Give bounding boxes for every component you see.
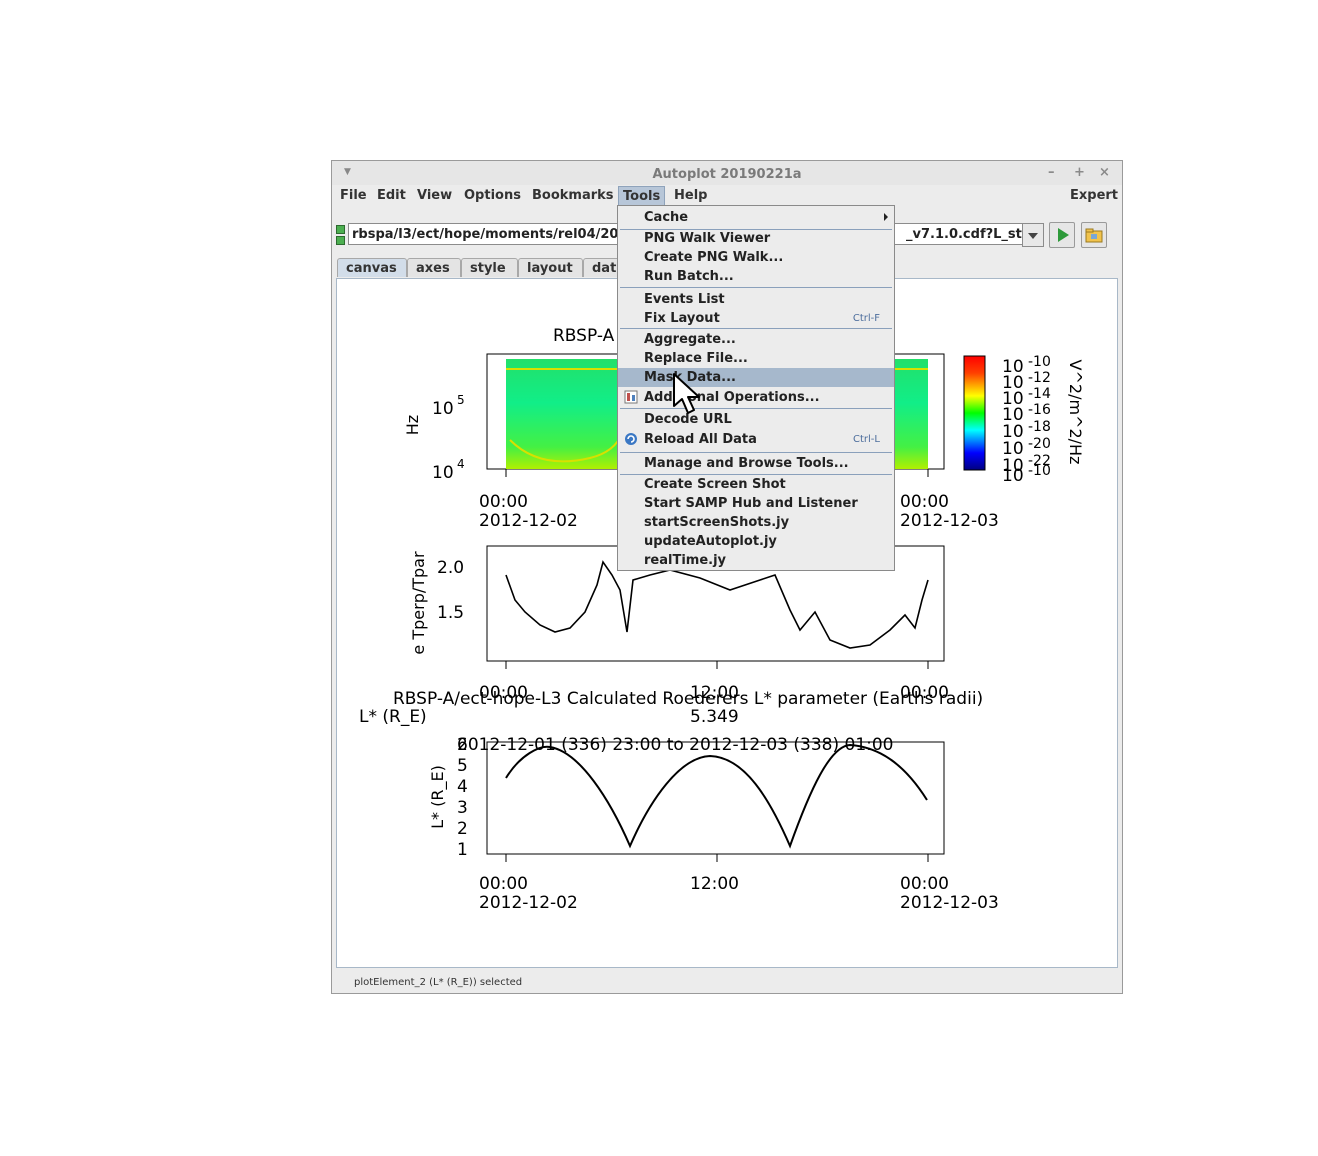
status-bar: plotElement_2 (L* (R_E)) selected — [354, 977, 523, 988]
tools-menu: Cache PNG Walk Viewer Create PNG Walk...… — [617, 205, 895, 571]
menu-item-cache[interactable]: Cache — [618, 208, 894, 227]
tab-layout[interactable]: layout — [518, 258, 583, 277]
uri-text-right: _v7.1.0.cdf?L_star — [906, 227, 1026, 242]
menu-item-create-screen-shot[interactable]: Create Screen Shot — [618, 475, 894, 494]
menu-bookmarks[interactable]: Bookmarks — [528, 188, 618, 203]
open-file-button[interactable] — [1081, 222, 1107, 248]
menu-options[interactable]: Options — [460, 188, 525, 203]
menu-item-reload-all-data[interactable]: Reload All Data Ctrl-L — [618, 430, 894, 449]
menu-item-decode-url[interactable]: Decode URL — [618, 410, 894, 429]
menu-help[interactable]: Help — [670, 188, 711, 203]
menu-file[interactable]: File — [336, 188, 371, 203]
menu-item-updateautoplot-jy[interactable]: updateAutoplot.jy — [618, 532, 894, 551]
data-source-icon-2 — [336, 236, 345, 245]
menu-item-replace-file[interactable]: Replace File... — [618, 349, 894, 368]
tab-style[interactable]: style — [461, 258, 518, 277]
expert-mode-menu[interactable]: Expert — [1066, 188, 1122, 203]
menu-item-startscreenshots-jy[interactable]: startScreenShots.jy — [618, 513, 894, 532]
menu-item-additional-operations[interactable]: Additional Operations... — [618, 388, 894, 407]
minimize-button[interactable]: – — [1048, 165, 1055, 180]
mouse-cursor-icon — [673, 373, 700, 414]
menu-item-run-batch[interactable]: Run Batch... — [618, 267, 894, 286]
data-source-icon — [336, 225, 345, 234]
menu-item-create-png-walk[interactable]: Create PNG Walk... — [618, 248, 894, 267]
menu-view[interactable]: View — [413, 188, 456, 203]
menu-edit[interactable]: Edit — [373, 188, 410, 203]
menu-bar: File Edit View Options Bookmarks Tools H… — [332, 185, 1122, 208]
maximize-button[interactable]: + — [1074, 165, 1085, 180]
menu-item-aggregate[interactable]: Aggregate... — [618, 330, 894, 349]
submenu-arrow-icon — [884, 213, 888, 221]
reload-icon — [625, 433, 637, 445]
folder-icon — [1085, 228, 1103, 243]
close-button[interactable]: × — [1099, 165, 1110, 180]
uri-history-dropdown[interactable] — [1022, 223, 1044, 247]
tab-axes[interactable]: axes — [407, 258, 461, 277]
window-title: Autoplot 20190221a — [652, 167, 802, 182]
play-icon — [1058, 228, 1069, 242]
menu-item-realtime-jy[interactable]: realTime.jy — [618, 551, 894, 570]
go-button[interactable] — [1049, 222, 1075, 248]
menu-item-mask-data[interactable]: Mask Data... — [618, 368, 894, 387]
operations-icon — [624, 390, 638, 404]
menu-item-start-samp-hub[interactable]: Start SAMP Hub and Listener — [618, 494, 894, 513]
menu-item-png-walk-viewer[interactable]: PNG Walk Viewer — [618, 229, 894, 248]
menu-item-fix-layout[interactable]: Fix Layout Ctrl-F — [618, 309, 894, 328]
tab-canvas[interactable]: canvas — [337, 258, 407, 277]
uri-text-left: rbspa/l3/ect/hope/moments/rel04/2012 — [352, 227, 637, 242]
menu-item-manage-browse-tools[interactable]: Manage and Browse Tools... — [618, 454, 894, 473]
menu-item-events-list[interactable]: Events List — [618, 290, 894, 309]
title-bar[interactable]: ▼ Autoplot 20190221a – + × — [332, 161, 1122, 185]
